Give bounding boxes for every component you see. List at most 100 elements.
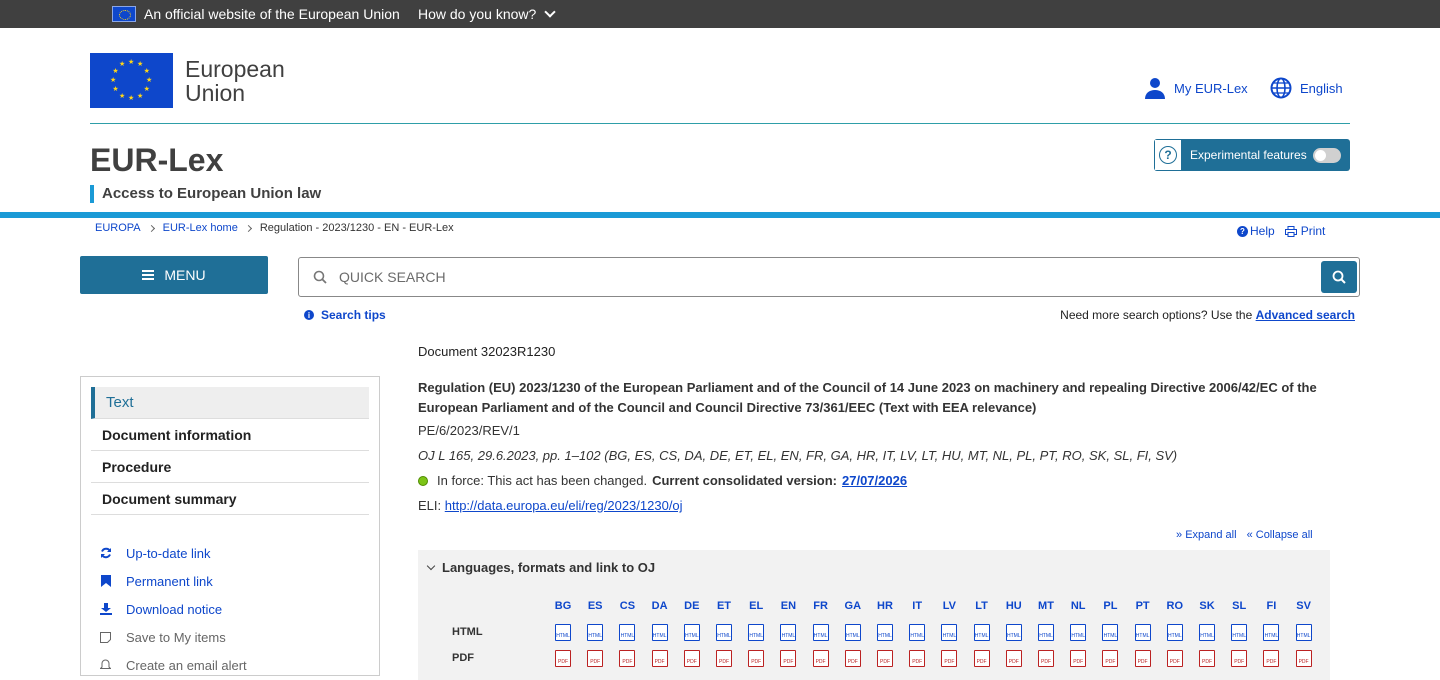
languages-panel-toggle[interactable]: Languages, formats and link to OJ xyxy=(426,560,655,575)
html-file-icon[interactable]: HTML xyxy=(1102,624,1119,641)
html-file-icon[interactable]: HTML xyxy=(941,624,958,641)
pdf-file-icon[interactable]: PDF xyxy=(1070,650,1087,667)
toggle-switch[interactable] xyxy=(1312,147,1341,163)
html-file-icon[interactable]: HTML xyxy=(1134,624,1151,641)
search-submit-button[interactable] xyxy=(1321,261,1357,293)
html-file-icon[interactable]: HTML xyxy=(844,624,861,641)
language-code-sl[interactable]: SL xyxy=(1223,600,1255,612)
sidebar-item-document-summary[interactable]: Document summary xyxy=(91,483,369,515)
eu-logo-text[interactable]: European Union xyxy=(185,57,285,105)
pdf-file-icon[interactable]: PDF xyxy=(619,650,636,667)
language-code-el[interactable]: EL xyxy=(740,600,772,612)
language-code-cs[interactable]: CS xyxy=(611,600,643,612)
pdf-file-icon[interactable]: PDF xyxy=(748,650,765,667)
html-file-icon[interactable]: HTML xyxy=(780,624,797,641)
language-code-da[interactable]: DA xyxy=(644,600,676,612)
pdf-file-icon[interactable]: PDF xyxy=(1134,650,1151,667)
sidebar-item-document-information[interactable]: Document information xyxy=(91,419,369,451)
language-code-it[interactable]: IT xyxy=(901,600,933,612)
pdf-file-icon[interactable]: PDF xyxy=(651,650,668,667)
collapse-all-button[interactable]: « Collapse all xyxy=(1247,529,1313,541)
html-file-icon[interactable]: HTML xyxy=(1038,624,1054,641)
print-link[interactable]: Print xyxy=(1284,224,1325,238)
pdf-file-icon[interactable]: PDF xyxy=(1263,650,1280,667)
language-code-sv[interactable]: SV xyxy=(1288,600,1320,612)
html-file-icon[interactable]: HTML xyxy=(716,624,732,641)
language-code-ro[interactable]: RO xyxy=(1159,600,1191,612)
pdf-file-icon[interactable]: PDF xyxy=(1005,650,1022,667)
html-file-icon[interactable]: HTML xyxy=(619,624,636,641)
html-file-icon[interactable]: HTML xyxy=(812,624,829,641)
html-file-icon[interactable]: HTML xyxy=(973,624,990,641)
html-file-icon[interactable]: HTML xyxy=(1199,624,1215,641)
pdf-file-icon[interactable]: PDF xyxy=(1038,650,1054,667)
html-file-icon[interactable]: HTML xyxy=(1166,624,1183,641)
breadcrumb-europa[interactable]: EUROPA xyxy=(95,222,141,234)
pdf-file-icon[interactable]: PDF xyxy=(716,650,732,667)
download-notice-link[interactable]: Download notice xyxy=(99,595,247,623)
html-file-icon[interactable]: HTML xyxy=(651,624,668,641)
sidebar-item-procedure[interactable]: Procedure xyxy=(91,451,369,483)
html-file-icon[interactable]: HTML xyxy=(587,624,604,641)
language-code-es[interactable]: ES xyxy=(579,600,611,612)
breadcrumb-eurlex-home[interactable]: EUR-Lex home xyxy=(163,222,238,234)
language-code-ga[interactable]: GA xyxy=(837,600,869,612)
how-do-you-know-button[interactable]: How do you know? xyxy=(418,6,556,22)
language-selector[interactable]: English xyxy=(1270,77,1343,99)
html-file-icon[interactable]: HTML xyxy=(1231,624,1248,641)
pdf-file-icon[interactable]: PDF xyxy=(844,650,861,667)
language-code-en[interactable]: EN xyxy=(772,600,804,612)
html-file-icon[interactable]: HTML xyxy=(877,624,893,641)
menu-button[interactable]: MENU xyxy=(80,256,268,294)
language-code-pl[interactable]: PL xyxy=(1094,600,1126,612)
html-file-icon[interactable]: HTML xyxy=(1070,624,1087,641)
language-code-bg[interactable]: BG xyxy=(547,600,579,612)
consolidated-version-link[interactable]: 27/07/2026 xyxy=(842,473,907,488)
pdf-file-icon[interactable]: PDF xyxy=(780,650,797,667)
pdf-file-icon[interactable]: PDF xyxy=(1295,650,1312,667)
html-file-icon[interactable]: HTML xyxy=(1295,624,1312,641)
language-code-fr[interactable]: FR xyxy=(805,600,837,612)
pdf-file-icon[interactable]: PDF xyxy=(1199,650,1215,667)
pdf-file-icon[interactable]: PDF xyxy=(587,650,604,667)
html-file-icon[interactable]: HTML xyxy=(1005,624,1022,641)
expand-all-button[interactable]: » Expand all xyxy=(1176,529,1237,541)
quick-search-input[interactable] xyxy=(339,269,1299,285)
language-code-lv[interactable]: LV xyxy=(933,600,965,612)
pdf-file-icon[interactable]: PDF xyxy=(555,650,571,667)
language-code-lt[interactable]: LT xyxy=(966,600,998,612)
permanent-link[interactable]: Permanent link xyxy=(99,567,247,595)
language-code-et[interactable]: ET xyxy=(708,600,740,612)
site-title[interactable]: EUR-Lex xyxy=(90,142,223,179)
language-code-pt[interactable]: PT xyxy=(1127,600,1159,612)
pdf-file-icon[interactable]: PDF xyxy=(909,650,926,667)
help-link[interactable]: ? Help xyxy=(1237,224,1275,238)
pdf-file-icon[interactable]: PDF xyxy=(812,650,829,667)
language-code-hr[interactable]: HR xyxy=(869,600,901,612)
html-file-icon[interactable]: HTML xyxy=(748,624,765,641)
save-to-my-items-link[interactable]: Save to My items xyxy=(99,623,247,651)
language-code-sk[interactable]: SK xyxy=(1191,600,1223,612)
help-question-icon[interactable]: ? xyxy=(1155,140,1181,170)
pdf-file-icon[interactable]: PDF xyxy=(877,650,893,667)
language-code-fi[interactable]: FI xyxy=(1255,600,1287,612)
pdf-file-icon[interactable]: PDF xyxy=(1102,650,1119,667)
pdf-file-icon[interactable]: PDF xyxy=(1166,650,1183,667)
pdf-file-icon[interactable]: PDF xyxy=(1231,650,1248,667)
experimental-features-toggle[interactable]: ? Experimental features xyxy=(1154,139,1350,171)
html-file-icon[interactable]: HTML xyxy=(1263,624,1280,641)
pdf-file-icon[interactable]: PDF xyxy=(683,650,700,667)
create-email-alert-link[interactable]: Create an email alert xyxy=(99,651,247,679)
language-code-nl[interactable]: NL xyxy=(1062,600,1094,612)
html-file-icon[interactable]: HTML xyxy=(683,624,700,641)
eu-logo-flag[interactable]: ★ ★ ★ ★ ★ ★ ★ ★ ★ ★ ★ ★ xyxy=(90,53,173,108)
my-eurlex-link[interactable]: My EUR-Lex xyxy=(1144,77,1248,99)
pdf-file-icon[interactable]: PDF xyxy=(941,650,958,667)
html-file-icon[interactable]: HTML xyxy=(555,624,571,641)
search-tips-link[interactable]: i Search tips xyxy=(304,308,386,322)
advanced-search-link[interactable]: Advanced search xyxy=(1256,308,1355,322)
language-code-de[interactable]: DE xyxy=(676,600,708,612)
language-code-mt[interactable]: MT xyxy=(1030,600,1062,612)
up-to-date-link[interactable]: Up-to-date link xyxy=(99,539,247,567)
language-code-hu[interactable]: HU xyxy=(998,600,1030,612)
